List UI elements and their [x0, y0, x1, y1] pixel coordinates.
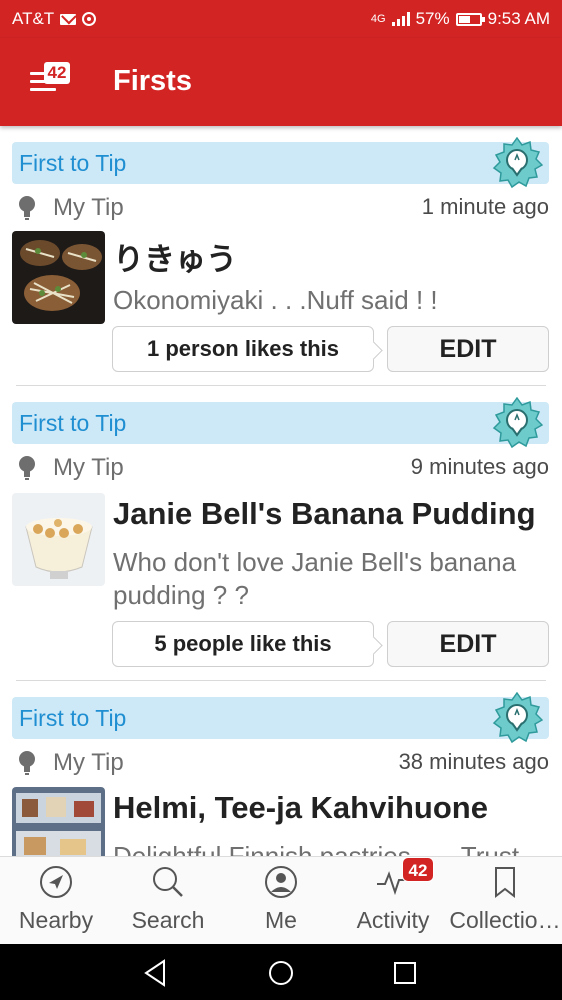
tip-timestamp: 9 minutes ago [410, 454, 549, 479]
first-to-tip-banner: First to Tip [12, 692, 549, 744]
nav-label: Collectio… [449, 907, 561, 933]
nav-me[interactable]: Me [225, 857, 337, 945]
bottom-nav: Nearby Search Me 42 Activity Collectio… [0, 856, 562, 945]
chrome-icon [82, 12, 97, 26]
venue-photo[interactable] [12, 787, 105, 856]
status-right: 4G 57% 9:53 AM [371, 9, 550, 29]
tip-meta-row: My Tip 38 minutes ago [16, 747, 549, 779]
okonomiyaki-photo [12, 231, 105, 324]
home-icon[interactable] [264, 956, 298, 990]
my-tip-label: My Tip [53, 194, 124, 221]
screen: AT&T 4G 57% 9:53 AM 42 Firsts First to T… [0, 0, 562, 1000]
first-to-tip-banner: First to Tip [12, 397, 549, 449]
venue-name[interactable]: Helmi, Tee-ja Kahvihuone [113, 790, 488, 826]
activity-badge: 42 [402, 857, 434, 882]
compass-icon [40, 866, 72, 898]
carrier-name: AT&T [12, 9, 55, 28]
tips-feed[interactable]: First to Tip My Tip 1 minute ago りきゅう Ok… [0, 126, 562, 856]
nav-label: Activity [356, 907, 430, 933]
menu-badge: 42 [44, 62, 70, 84]
nav-label: Nearby [18, 907, 94, 933]
tip-bulb-icon [19, 751, 35, 775]
venue-photo[interactable] [12, 231, 105, 324]
my-tip-label: My Tip [53, 749, 124, 776]
likes-button[interactable]: 1 person likes this [112, 326, 374, 372]
system-nav-bar [0, 944, 562, 1000]
first-tip-badge-icon [492, 692, 543, 744]
first-tip-badge-icon [492, 137, 543, 189]
tip-text: Okonomiyaki . . .Nuff said ! ! [113, 285, 438, 315]
nav-collections[interactable]: Collectio… [449, 857, 561, 945]
status-left: AT&T [12, 9, 97, 29]
tip-meta-row: My Tip 1 minute ago [16, 192, 549, 224]
mail-icon [60, 13, 77, 25]
nav-activity[interactable]: 42 Activity [337, 857, 449, 945]
tip-timestamp: 38 minutes ago [398, 749, 549, 774]
signal-icon [391, 12, 410, 26]
app-bar: 42 Firsts [0, 38, 562, 126]
tip-card: First to Tip My Tip 9 minutes ago Janie … [0, 388, 562, 683]
edit-button[interactable]: EDIT [387, 326, 549, 372]
venue-name[interactable]: Janie Bell's Banana Pudding [113, 496, 536, 532]
status-bar: AT&T 4G 57% 9:53 AM [0, 0, 562, 38]
back-icon[interactable] [138, 956, 172, 990]
tip-bulb-icon [19, 456, 35, 480]
tip-card: First to Tip My Tip 1 minute ago りきゅう Ok… [0, 126, 562, 388]
nav-label: Me [265, 907, 297, 933]
clock: 9:53 AM [487, 9, 550, 28]
profile-icon [265, 866, 297, 898]
tip-meta-row: My Tip 9 minutes ago [16, 452, 549, 484]
tip-text: Delightful Finnish pastries . . . Trust [113, 841, 520, 856]
tip-text: Who don't love Janie Bell's banana puddi… [113, 547, 517, 610]
my-tip-label: My Tip [53, 454, 124, 481]
first-tip-badge-icon [492, 397, 543, 449]
battery-percent: 57% [415, 9, 450, 28]
banner-label: First to Tip [19, 410, 127, 436]
recents-icon[interactable] [388, 956, 422, 990]
battery-icon [455, 12, 485, 26]
tip-bulb-icon [19, 196, 35, 220]
card-divider [16, 385, 546, 386]
card-divider [16, 680, 546, 681]
bookmark-icon [495, 867, 515, 899]
nav-search[interactable]: Search [112, 857, 224, 945]
venue-photo[interactable] [12, 493, 105, 586]
tip-card: First to Tip My Tip 38 minutes ago Helmi… [0, 683, 562, 856]
venue-name[interactable]: りきゅう [113, 234, 237, 279]
menu-button[interactable]: 42 [26, 60, 74, 100]
page-title: Firsts [113, 65, 192, 97]
pastry-shop-photo [12, 787, 105, 856]
first-to-tip-banner: First to Tip [12, 137, 549, 189]
nav-label: Search [131, 907, 205, 933]
edit-button[interactable]: EDIT [387, 621, 549, 667]
banana-pudding-photo [12, 493, 105, 586]
search-icon [153, 867, 183, 897]
likes-button[interactable]: 5 people like this [112, 621, 374, 667]
banner-label: First to Tip [19, 705, 127, 731]
nav-nearby[interactable]: Nearby [0, 857, 112, 945]
network-type: 4G [370, 13, 386, 25]
tip-timestamp: 1 minute ago [421, 194, 549, 219]
banner-label: First to Tip [19, 150, 127, 176]
